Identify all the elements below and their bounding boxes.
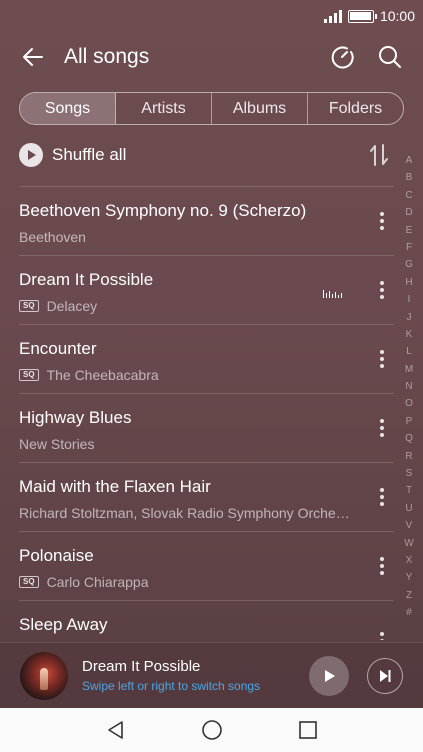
alphabet-index-letter[interactable]: U <box>405 500 412 517</box>
skip-next-icon <box>380 669 391 682</box>
sq-badge: SQ <box>19 576 39 588</box>
song-artist: The Cheebacabra <box>46 367 159 383</box>
alphabet-index-letter[interactable]: L <box>406 343 412 360</box>
song-title: Beethoven Symphony no. 9 (Scherzo) <box>19 201 307 220</box>
mini-player-title: Dream It Possible <box>82 658 201 675</box>
triangle-back-icon <box>107 721 123 739</box>
song-artist: Carlo Chiarappa <box>46 574 149 590</box>
song-artist: Richard Stoltzman, Slovak Radio Symphony… <box>19 505 350 521</box>
song-title: Dream It Possible <box>19 270 154 289</box>
song-row[interactable]: Maid with the Flaxen Hair Richard Stoltz… <box>19 462 394 531</box>
song-row[interactable]: Dream It Possible SQ Delacey <box>19 255 394 324</box>
shuffle-all-label: Shuffle all <box>52 145 127 164</box>
back-button[interactable] <box>10 34 56 80</box>
alphabet-index-letter[interactable]: X <box>406 552 413 569</box>
mini-player[interactable]: Dream It Possible Swipe left or right to… <box>0 642 423 708</box>
alphabet-index-letter[interactable]: # <box>406 604 412 621</box>
song-title: Maid with the Flaxen Hair <box>19 477 211 496</box>
song-title: Highway Blues <box>19 408 132 427</box>
song-more-button[interactable] <box>370 477 394 517</box>
alphabet-index-letter[interactable]: O <box>405 395 413 412</box>
alphabet-index-letter[interactable]: Q <box>405 430 413 447</box>
nav-home-button[interactable] <box>199 717 225 743</box>
alphabet-index-letter[interactable]: B <box>406 169 413 186</box>
song-more-button[interactable] <box>370 201 394 241</box>
shuffle-all-row[interactable]: Shuffle all <box>19 137 391 173</box>
back-arrow-icon <box>23 48 43 66</box>
alphabet-index-letter[interactable]: A <box>406 152 413 169</box>
song-title: Polonaise <box>19 546 94 565</box>
circle-home-icon <box>201 720 222 740</box>
song-title: Sleep Away <box>19 615 108 634</box>
sq-badge: SQ <box>19 300 39 312</box>
search-button[interactable] <box>367 34 413 80</box>
tab-artists[interactable]: Artists <box>116 93 212 124</box>
alphabet-index-letter[interactable]: C <box>405 187 412 204</box>
square-recents-icon <box>298 721 317 739</box>
alphabet-index-letter[interactable]: T <box>406 482 412 499</box>
song-artist: Beethoven <box>19 229 86 245</box>
album-cover <box>20 651 68 700</box>
sort-icon <box>370 144 388 166</box>
nav-back-button[interactable] <box>103 717 129 743</box>
nav-recents-button[interactable] <box>295 717 321 743</box>
alphabet-index-letter[interactable]: R <box>405 448 412 465</box>
mini-player-hint: Swipe left or right to switch songs <box>82 679 261 693</box>
alphabet-index-letter[interactable]: H <box>405 274 412 291</box>
app-toolbar: All songs <box>0 32 423 82</box>
play-circle-icon <box>19 143 43 167</box>
song-row[interactable]: Polonaise SQ Carlo Chiarappa <box>19 531 394 600</box>
alphabet-index-letter[interactable]: G <box>405 256 413 273</box>
song-row[interactable]: Encounter SQ The Cheebacabra <box>19 324 394 393</box>
song-more-button[interactable] <box>370 339 394 379</box>
battery-icon <box>347 9 377 23</box>
song-row[interactable]: Beethoven Symphony no. 9 (Scherzo) Beeth… <box>19 186 394 255</box>
song-artist: New Stories <box>19 436 95 452</box>
play-icon <box>325 669 335 682</box>
alphabet-index-letter[interactable]: F <box>406 239 412 256</box>
now-playing-equalizer-icon <box>322 290 342 298</box>
alphabet-index-letter[interactable]: I <box>408 291 411 308</box>
alphabet-index-letter[interactable]: P <box>406 413 413 430</box>
timer-icon <box>331 46 354 69</box>
timer-button[interactable] <box>319 34 365 80</box>
alphabet-index-letter[interactable]: V <box>406 517 413 534</box>
page-title: All songs <box>64 45 150 68</box>
alphabet-index-letter[interactable]: S <box>406 465 413 482</box>
status-time: 10:00 <box>379 8 415 24</box>
tab-songs[interactable]: Songs <box>20 93 116 124</box>
search-icon <box>379 46 401 68</box>
alphabet-index-letter[interactable]: Z <box>406 587 412 604</box>
song-more-button[interactable] <box>370 270 394 310</box>
song-more-button[interactable] <box>370 621 394 640</box>
song-more-button[interactable] <box>370 408 394 448</box>
alphabet-index-letter[interactable]: D <box>405 204 412 221</box>
song-row[interactable]: Sleep Away <box>19 600 394 640</box>
next-button[interactable] <box>367 657 403 694</box>
play-button[interactable] <box>309 655 349 696</box>
alphabet-index-letter[interactable]: W <box>404 535 413 552</box>
library-tabs: Songs Artists Albums Folders <box>19 92 404 125</box>
alphabet-index-letter[interactable]: Y <box>406 569 413 586</box>
alphabet-index-letter[interactable]: J <box>407 309 412 326</box>
alphabet-index-letter[interactable]: M <box>405 361 413 378</box>
system-nav-bar <box>0 708 423 752</box>
song-title: Encounter <box>19 339 97 358</box>
sort-button[interactable] <box>367 142 391 168</box>
song-list: Beethoven Symphony no. 9 (Scherzo) Beeth… <box>19 186 394 640</box>
tab-albums[interactable]: Albums <box>212 93 308 124</box>
alphabet-index-letter[interactable]: K <box>406 326 413 343</box>
status-bar: 10:00 <box>0 0 423 32</box>
song-row[interactable]: Highway Blues New Stories <box>19 393 394 462</box>
alphabet-index: A B C D E F G H I J K L M N O P Q R S T U V W X Y Z # <box>402 152 416 622</box>
signal-icon <box>323 9 342 23</box>
sq-badge: SQ <box>19 369 39 381</box>
alphabet-index-letter[interactable]: E <box>406 222 413 239</box>
alphabet-index-letter[interactable]: N <box>405 378 412 395</box>
song-artist: Delacey <box>46 298 98 314</box>
tab-folders[interactable]: Folders <box>308 93 403 124</box>
song-more-button[interactable] <box>370 546 394 586</box>
